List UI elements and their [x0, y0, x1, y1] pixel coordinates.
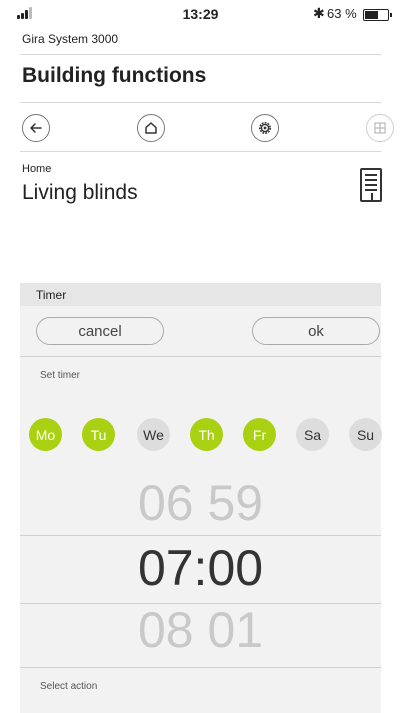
settings-button[interactable]	[251, 114, 279, 142]
day-toggle-fr[interactable]: Fr	[243, 418, 276, 451]
gear-icon	[259, 122, 271, 134]
blinds-icon[interactable]	[360, 168, 382, 202]
divider	[20, 54, 381, 55]
bluetooth-icon: ✱	[313, 5, 325, 21]
day-toggle-su[interactable]: Su	[349, 418, 382, 451]
app-title: Gira System 3000	[22, 32, 119, 46]
grid-icon	[374, 122, 386, 134]
home-button[interactable]	[137, 114, 165, 142]
back-button[interactable]	[22, 114, 50, 142]
divider	[20, 356, 381, 357]
picker-previous-value: 06 59	[137, 478, 264, 531]
time-picker-next[interactable]: 08 01	[20, 605, 381, 655]
time-picker-previous[interactable]: 06 59	[20, 478, 381, 532]
picker-divider-bottom	[20, 603, 381, 604]
battery-icon	[363, 9, 392, 21]
divider	[20, 102, 381, 103]
day-toggle-th[interactable]: Th	[190, 418, 223, 451]
timer-header: Timer	[20, 283, 381, 306]
divider	[20, 151, 381, 152]
picker-next-value: 08 01	[137, 605, 264, 655]
cancel-button[interactable]: cancel	[36, 317, 164, 345]
divider	[20, 667, 381, 668]
status-bar: 13:29 ✱ 63 %	[0, 0, 401, 28]
time-picker-current[interactable]: 07:00	[20, 536, 381, 600]
ok-button[interactable]: ok	[252, 317, 380, 345]
select-action-label[interactable]: Select action	[40, 681, 97, 692]
day-toggle-mo[interactable]: Mo	[29, 418, 62, 451]
breadcrumb[interactable]: Home	[22, 163, 51, 175]
home-icon	[145, 122, 157, 134]
set-timer-label: Set timer	[40, 370, 81, 381]
day-toggle-tu[interactable]: Tu	[82, 418, 115, 451]
back-arrow-icon	[30, 123, 42, 133]
section-title: Building functions	[22, 64, 207, 87]
day-toggle-we[interactable]: We	[137, 418, 170, 451]
timer-header-label: Timer	[36, 288, 67, 302]
day-toggle-sa[interactable]: Sa	[296, 418, 329, 451]
device-title: Living blinds	[22, 181, 138, 204]
battery-percent: 63 %	[327, 6, 357, 21]
grid-view-button[interactable]	[366, 114, 394, 142]
